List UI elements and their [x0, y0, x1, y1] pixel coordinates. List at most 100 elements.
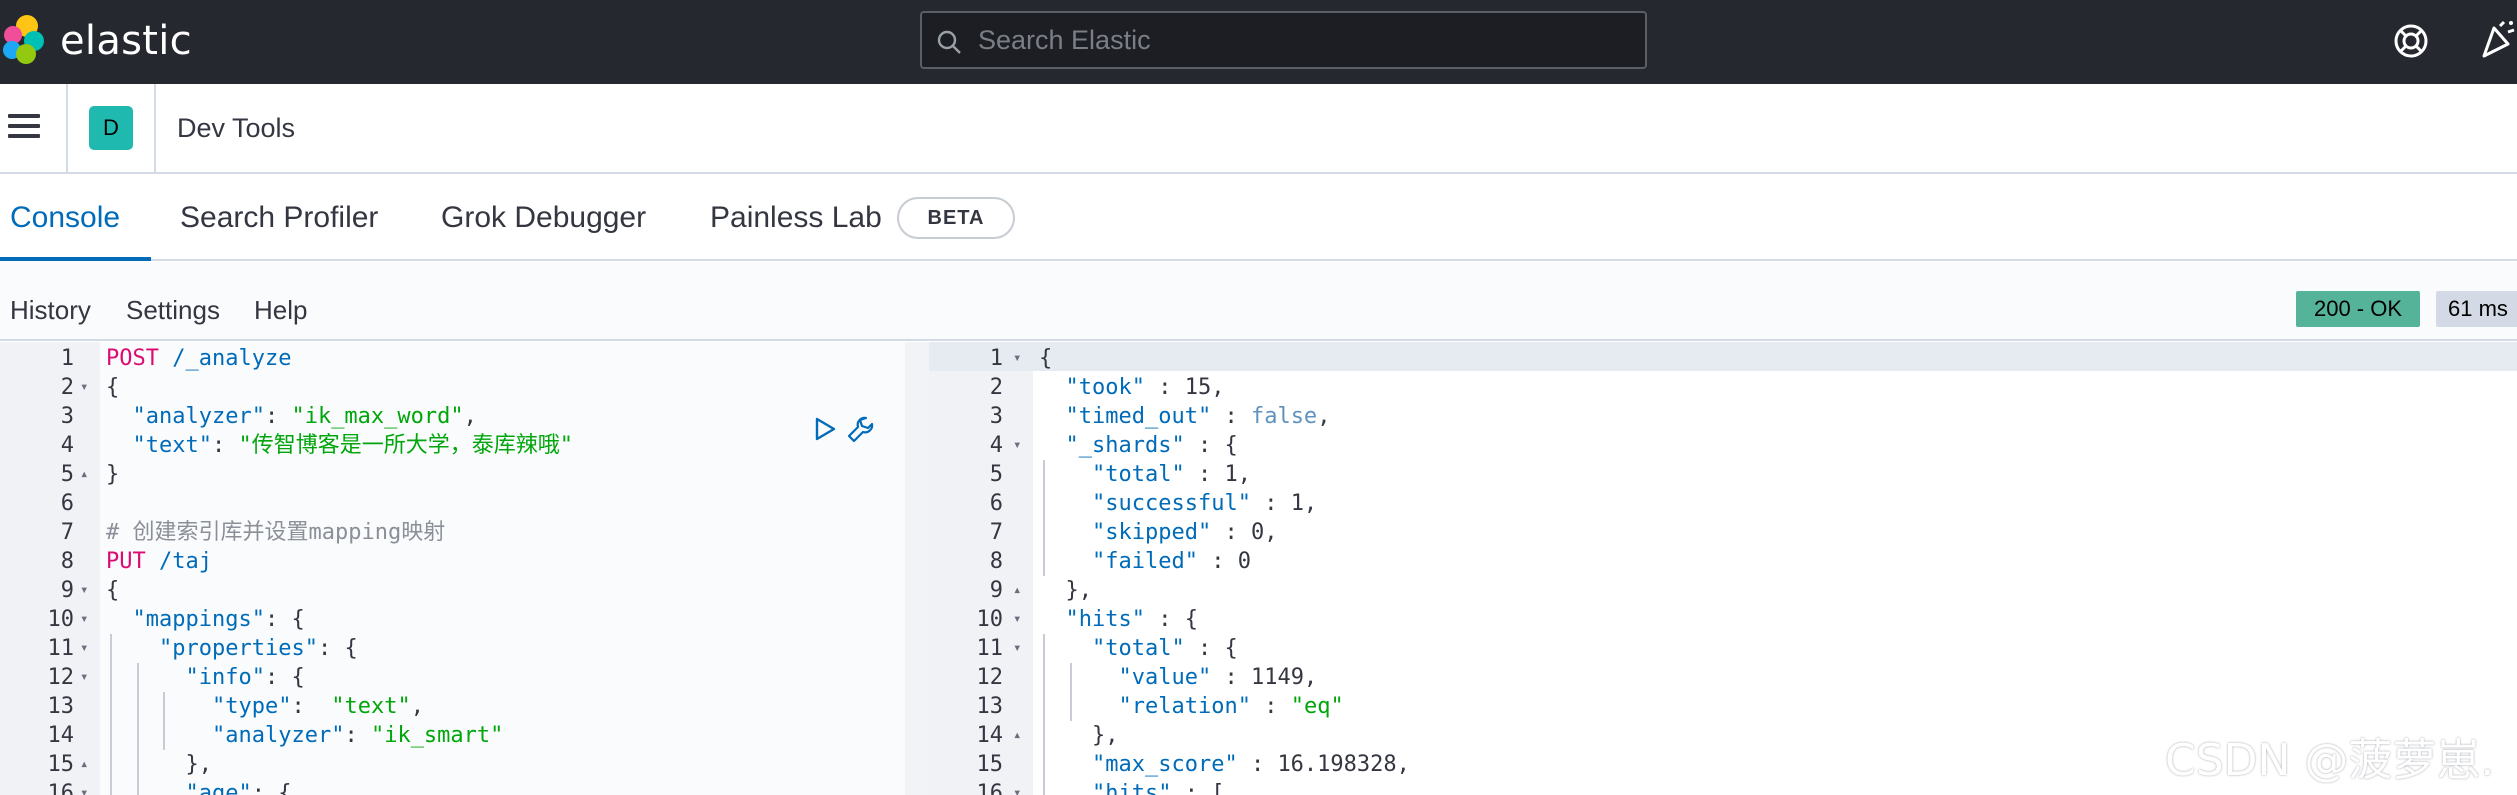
token: :	[264, 404, 292, 429]
fold-collapse-icon[interactable]: ▾	[80, 576, 88, 605]
token: : 16.198328,	[1237, 752, 1410, 777]
line-number: 10	[47, 607, 75, 632]
line-number: 12	[47, 665, 75, 690]
line-number: 7	[989, 520, 1003, 545]
indent-guide	[110, 663, 112, 692]
line-number: 10	[976, 607, 1004, 632]
code-line: 1 ▾ {	[929, 344, 2517, 373]
token: "relation"	[1118, 694, 1251, 719]
fold-expand-icon[interactable]: ▴	[1013, 721, 1021, 750]
token: /taj	[159, 549, 212, 574]
help-icon[interactable]	[2392, 22, 2430, 60]
status-badge: 200 - OK	[2296, 291, 2420, 327]
token: "took"	[1065, 375, 1145, 400]
indent-guide	[136, 663, 139, 692]
indent-guide	[1069, 663, 1072, 692]
fold-collapse-icon[interactable]: ▾	[80, 779, 88, 795]
token: },	[1065, 578, 1093, 603]
code-line: 11 ▾ "total" : {	[929, 634, 2517, 663]
line-number: 8	[60, 549, 74, 574]
code-text: "_shards" : {	[1066, 431, 1238, 460]
tab-painless-lab[interactable]: Painless Lab	[710, 201, 882, 235]
request-editor[interactable]: 1 POST /_analyze 2 ▾{3 "analyzer": "ik_max_w…	[0, 342, 905, 795]
history-button[interactable]: History	[10, 295, 91, 326]
tab-search-profiler[interactable]: Search Profiler	[180, 201, 378, 235]
code-line: 5 ▴}	[0, 460, 905, 489]
code-text: "failed" : 0	[1092, 547, 1251, 576]
newsfeed-icon[interactable]	[2478, 20, 2517, 60]
indent-guide	[1043, 779, 1045, 795]
fold-expand-icon[interactable]: ▴	[80, 460, 88, 489]
line-number: 16	[47, 781, 75, 795]
space-avatar[interactable]: D	[89, 106, 133, 150]
fold-expand-icon[interactable]: ▴	[80, 750, 88, 779]
line-number: 12	[976, 665, 1004, 690]
line-number: 4	[989, 433, 1003, 458]
token: # 创建索引库并设置mapping映射	[106, 520, 446, 545]
code-line: 5 "total" : 1,	[929, 460, 2517, 489]
fold-collapse-icon[interactable]: ▾	[1013, 634, 1021, 663]
fold-collapse-icon[interactable]: ▾	[1013, 779, 1021, 795]
line-number: 7	[60, 520, 74, 545]
help-button[interactable]: Help	[254, 295, 307, 326]
token: : {	[264, 607, 305, 632]
code-text: "took" : 15,	[1066, 373, 1225, 402]
line-number: 6	[60, 491, 74, 516]
code-line: 11 ▾ "properties": {	[0, 634, 905, 663]
fold-collapse-icon[interactable]: ▾	[80, 373, 88, 402]
indent-guide	[110, 692, 112, 721]
line-number: 2	[989, 375, 1003, 400]
search-input[interactable]	[978, 13, 1628, 67]
token: ,	[410, 694, 424, 719]
tab-grok-debugger[interactable]: Grok Debugger	[441, 201, 646, 235]
code-line: 12 ▾ "info": {	[0, 663, 905, 692]
fold-collapse-icon[interactable]: ▾	[1013, 431, 1021, 460]
fold-collapse-icon[interactable]: ▾	[80, 634, 88, 663]
fold-collapse-icon[interactable]: ▾	[1013, 605, 1021, 634]
fold-expand-icon[interactable]: ▴	[1013, 576, 1021, 605]
code-line: 3 "analyzer": "ik_max_word",	[0, 402, 905, 431]
indent-guide	[1069, 692, 1072, 721]
token: : {	[1184, 433, 1238, 458]
code-text: "max_score" : 16.198328,	[1092, 750, 1410, 779]
token: "analyzer"	[132, 404, 265, 429]
code-text: "type": "text",	[212, 692, 424, 721]
global-search[interactable]	[920, 11, 1647, 69]
token: "successful"	[1092, 491, 1251, 516]
brand-name[interactable]: elastic	[60, 18, 192, 64]
indent-guide	[1043, 460, 1045, 489]
send-request-icon[interactable]	[812, 415, 838, 443]
token: : [	[1171, 781, 1225, 795]
token: "failed"	[1092, 549, 1198, 574]
code-line: 10 ▾ "mappings": {	[0, 605, 905, 634]
indent-guide	[110, 721, 112, 750]
code-text: {	[1039, 344, 1052, 373]
indent-guide	[136, 750, 139, 779]
indent-guide	[110, 634, 112, 663]
line-number: 1	[989, 346, 1003, 371]
token: : {	[251, 781, 292, 795]
pane-resizer[interactable]	[905, 342, 929, 795]
indent-guide	[110, 750, 112, 779]
token: }	[106, 462, 120, 487]
token: : 15,	[1144, 375, 1225, 400]
code-text: "properties": {	[159, 634, 358, 663]
token: "timed_out"	[1065, 404, 1212, 429]
elastic-logo-icon[interactable]	[0, 14, 50, 66]
tab-console[interactable]: Console	[10, 201, 120, 235]
code-line: 16 ▾ "age": {	[0, 779, 905, 795]
menu-toggle-icon[interactable]	[8, 114, 40, 142]
code-line: 4 "text": "传智博客是一所大学，泰库辣哦"	[0, 431, 905, 460]
fold-collapse-icon[interactable]: ▾	[1013, 344, 1021, 373]
settings-button[interactable]: Settings	[126, 295, 220, 326]
wrench-icon[interactable]	[846, 414, 876, 444]
breadcrumb-title: Dev Tools	[177, 113, 296, 143]
token: "传智博客是一所大学，泰库辣哦"	[238, 433, 573, 458]
fold-collapse-icon[interactable]: ▾	[80, 663, 88, 692]
token: "_shards"	[1065, 433, 1185, 458]
line-number: 5	[989, 462, 1003, 487]
fold-collapse-icon[interactable]: ▾	[80, 605, 88, 634]
code-line: 6 "successful" : 1,	[929, 489, 2517, 518]
token: {	[1039, 346, 1053, 371]
